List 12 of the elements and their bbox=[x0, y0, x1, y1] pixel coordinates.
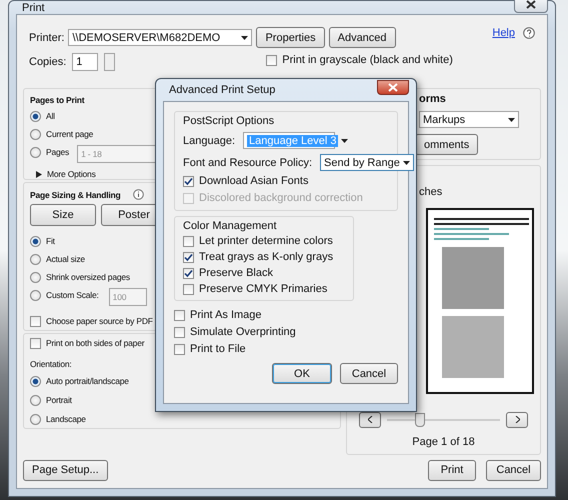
copies-label: Copies: bbox=[29, 56, 66, 68]
page-counter: Page 1 of 18 bbox=[412, 436, 475, 448]
group-title: Color Management bbox=[183, 220, 278, 232]
group-title: Pages to Print bbox=[30, 95, 86, 105]
group-title: orms bbox=[419, 93, 447, 105]
language-label: Language: bbox=[183, 134, 235, 146]
printer-label: Printer: bbox=[29, 32, 64, 44]
window-title: Print bbox=[21, 2, 45, 14]
dialog-title: Advanced Print Setup bbox=[168, 84, 276, 96]
orientation-label: Orientation: bbox=[30, 359, 72, 369]
group-title: PostScript Options bbox=[183, 115, 276, 127]
group-title: Page Sizing & Handling bbox=[30, 190, 121, 200]
